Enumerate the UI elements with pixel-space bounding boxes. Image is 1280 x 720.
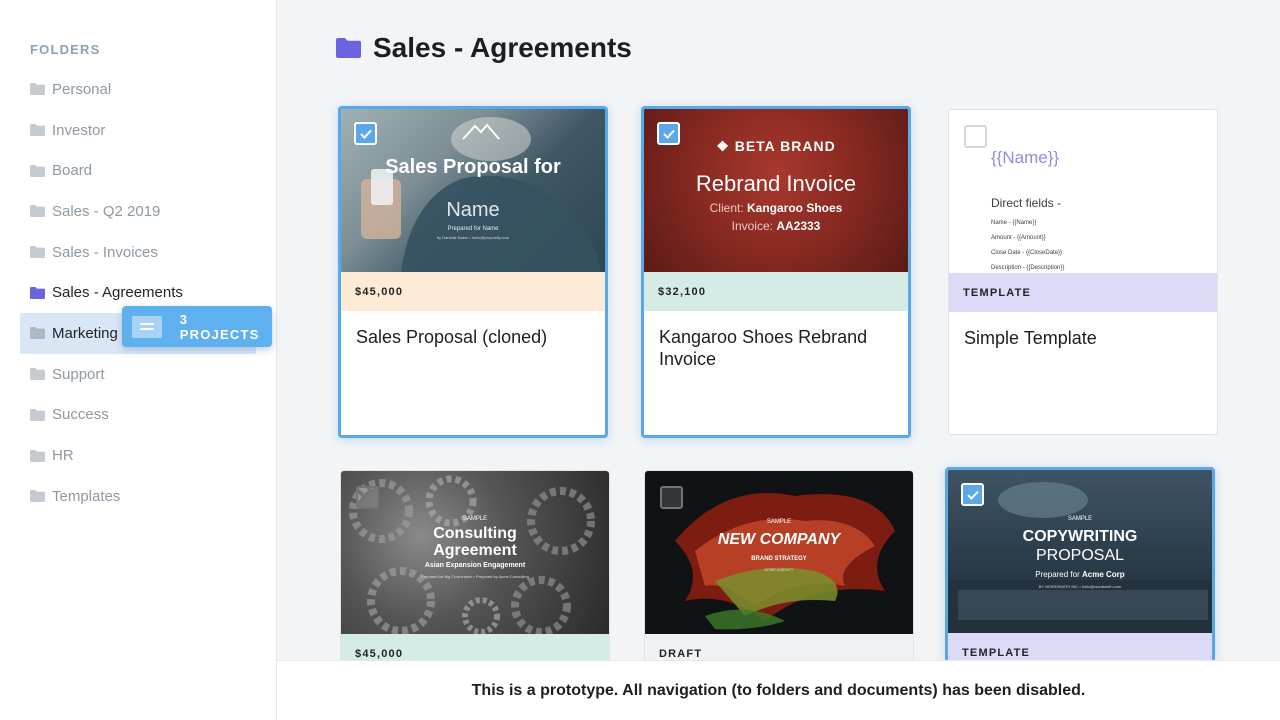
card-thumbnail: ❖ BETA BRAND Rebrand Invoice Client: Kan… (644, 109, 908, 272)
thumb-byline: Prepared for Big Corporation • Prepared … (421, 574, 529, 579)
select-checkbox[interactable] (660, 486, 683, 509)
folder-icon (30, 368, 45, 381)
thumb-client: Client: Kangaroo Shoes (709, 201, 843, 215)
thumb-byline: BY WORDSMITH INC • hello@wordsmith.com (1038, 584, 1122, 589)
card-title[interactable]: Kangaroo Shoes Rebrand Invoice (644, 311, 908, 385)
folder-item-investor[interactable]: Investor (0, 110, 277, 151)
sidebar: FOLDERS Personal Investor Board Sales - … (0, 0, 277, 720)
folder-icon (30, 205, 45, 218)
sidebar-heading: FOLDERS (30, 42, 101, 57)
folder-list: Personal Investor Board Sales - Q2 2019 … (0, 69, 277, 517)
page-title: Sales - Agreements (373, 32, 632, 63)
thumb-title: Rebrand Invoice (695, 171, 857, 196)
select-checkbox[interactable] (354, 122, 377, 145)
folder-label: Sales - Invoices (52, 243, 158, 261)
card-title[interactable]: Simple Template (949, 312, 1217, 364)
project-card[interactable]: Sales Proposal for Name Prepared for Nam… (338, 106, 608, 438)
folder-label: Sales - Q2 2019 (52, 202, 161, 220)
card-thumbnail: {{Name}} Direct fields - Name - {{Name}}… (949, 110, 1217, 273)
folder-item-sales-invoices[interactable]: Sales - Invoices (0, 232, 277, 273)
card-thumbnail: SAMPLE Consulting Agreement Asian Expans… (341, 471, 609, 634)
thumb-field: Description - {{Description}} (991, 265, 1065, 271)
thumb-subtitle: PROPOSAL (1035, 547, 1125, 564)
folder-icon (30, 286, 45, 299)
select-checkbox[interactable] (961, 483, 984, 506)
stack-icon (132, 315, 162, 338)
select-checkbox[interactable] (657, 122, 680, 145)
thumb-field-list: Name - {{Name}} Amount - {{Amount}} Clos… (991, 216, 1064, 273)
folder-icon (30, 83, 45, 96)
thumb-title: Sales Proposal for (385, 156, 561, 178)
select-checkbox[interactable] (964, 125, 987, 148)
diamond-logo-icon: ❖ (716, 138, 735, 154)
thumb-prepared: Prepared for Name (447, 226, 499, 232)
thumb-sample: SAMPLE (1067, 516, 1093, 522)
thumb-sample: SAMPLE (462, 516, 488, 522)
folder-item-templates[interactable]: Templates (0, 476, 277, 517)
folder-item-personal[interactable]: Personal (0, 69, 277, 110)
thumb-field: Name - {{Name}} (991, 220, 1037, 226)
thumb-name-tag: {{Name}} (991, 148, 1060, 167)
card-value-band: $45,000 (341, 272, 605, 311)
folder-item-success[interactable]: Success (0, 395, 277, 436)
card-thumbnail: Sales Proposal for Name Prepared for Nam… (341, 109, 605, 272)
page-header: Sales - Agreements (336, 32, 632, 64)
folder-icon (30, 327, 45, 340)
thumb-prepared: Prepared for Acme Corp (1035, 570, 1125, 579)
folder-item-sales-q2-2019[interactable]: Sales - Q2 2019 (0, 191, 277, 232)
folder-icon (30, 408, 45, 421)
thumb-sample: SAMPLE (766, 519, 792, 525)
folder-label: Support (52, 365, 105, 383)
thumb-invoice: Invoice: AA2333 (731, 219, 821, 233)
folder-item-support[interactable]: Support (0, 354, 277, 395)
folder-label: Success (52, 406, 109, 424)
card-thumbnail: SAMPLE NEW COMPANY BRAND STRATEGY ACME A… (645, 471, 913, 634)
folder-label: Templates (52, 487, 121, 505)
check-icon (662, 129, 675, 139)
check-icon (359, 129, 372, 139)
folder-icon (30, 490, 45, 503)
folder-icon (30, 124, 45, 137)
card-thumbnail: SAMPLE COPYWRITING PROPOSAL Prepared for… (948, 470, 1212, 633)
folder-label: Sales - Agreements (52, 284, 183, 302)
thumb-brand: ❖ BETA BRAND (716, 138, 836, 154)
folder-icon (30, 164, 45, 177)
thumb-field: Close Date - {{CloseDate}} (991, 250, 1063, 256)
folder-label: HR (52, 447, 74, 465)
folder-label: Personal (52, 80, 112, 98)
thumb-subtitle: BRAND STRATEGY (751, 556, 807, 562)
project-card[interactable]: ❖ BETA BRAND Rebrand Invoice Client: Kan… (641, 106, 911, 438)
folder-icon (336, 38, 361, 58)
folder-label: Marketing (52, 324, 118, 342)
card-value-band: TEMPLATE (949, 273, 1217, 312)
check-icon (966, 490, 979, 500)
card-title[interactable]: Sales Proposal (cloned) (341, 311, 605, 363)
folder-item-board[interactable]: Board (0, 150, 277, 191)
drag-badge[interactable]: 3 PROJECTS (122, 306, 272, 347)
thumb-title: COPYWRITING (1022, 528, 1138, 545)
thumb-field: Amount - {{Amount}} (991, 235, 1046, 241)
mountain-logo-icon (462, 123, 500, 140)
folder-icon (30, 246, 45, 259)
folder-icon (30, 449, 45, 462)
thumb-title-2: Agreement (433, 542, 517, 559)
thumb-subtitle: Asian Expansion Engagement (424, 562, 526, 569)
thumb-byline: by Danielle Baker • hello@proposify.com (436, 235, 510, 240)
folder-item-hr[interactable]: HR (0, 435, 277, 476)
folder-label: Board (52, 162, 93, 180)
thumb-subtitle: Name (446, 199, 500, 221)
brush-splash-image (675, 493, 895, 630)
project-card[interactable]: {{Name}} Direct fields - Name - {{Name}}… (948, 109, 1218, 435)
thumb-heading: Direct fields - (991, 196, 1062, 210)
select-checkbox[interactable] (356, 486, 379, 509)
thumb-title: Consulting (433, 525, 517, 542)
folder-label: Investor (52, 121, 106, 139)
card-value-band: $32,100 (644, 272, 908, 311)
drag-badge-label: 3 PROJECTS (179, 311, 260, 342)
prototype-notice: This is a prototype. All navigation (to … (277, 660, 1280, 720)
thumb-title: NEW COMPANY (717, 531, 841, 548)
thumb-byline: ACME AGENCY (764, 567, 794, 572)
